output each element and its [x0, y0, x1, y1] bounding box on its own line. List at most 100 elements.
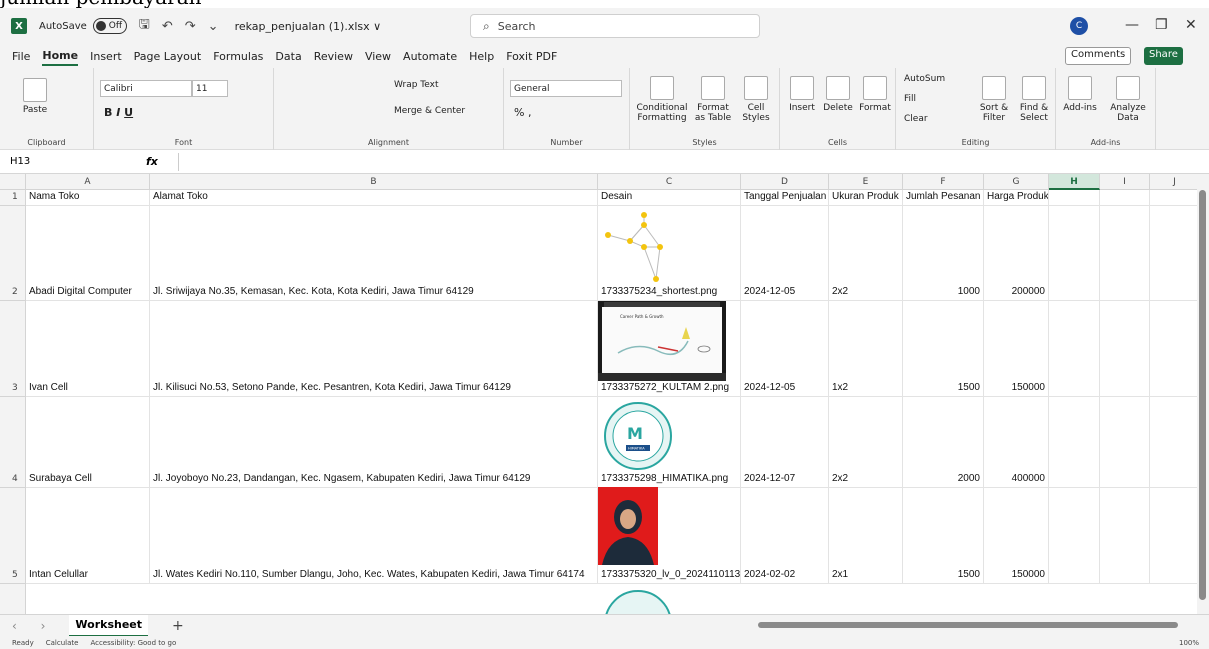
delete-cells-button[interactable]: Delete — [822, 76, 854, 113]
vertical-scrollbar[interactable] — [1197, 174, 1209, 614]
cell-h4[interactable] — [1049, 397, 1100, 488]
cell-e2[interactable]: 2x2 — [829, 206, 903, 301]
cell-e3[interactable]: 1x2 — [829, 301, 903, 397]
cell-h5[interactable] — [1049, 488, 1100, 584]
cell-d3[interactable]: 2024-12-05 — [741, 301, 829, 397]
cell-g3[interactable]: 150000 — [984, 301, 1049, 397]
wrap-text-button[interactable]: Wrap Text — [394, 80, 439, 90]
cell-g2[interactable]: 200000 — [984, 206, 1049, 301]
row-header-4[interactable]: 4 — [0, 397, 26, 488]
minimize-icon[interactable]: — — [1125, 17, 1139, 33]
cell-e4[interactable]: 2x2 — [829, 397, 903, 488]
save-icon[interactable]: 🖫 — [139, 15, 150, 37]
cell-c1[interactable]: Desain — [598, 190, 741, 206]
cell-b3[interactable]: Jl. Kilisuci No.53, Setono Pande, Kec. P… — [150, 301, 598, 397]
comments-button[interactable]: Comments — [1065, 47, 1132, 65]
undo-icon[interactable]: ↶ — [162, 19, 173, 34]
cell-g4[interactable]: 400000 — [984, 397, 1049, 488]
cell-d4[interactable]: 2024-12-07 — [741, 397, 829, 488]
cell-g5[interactable]: 150000 — [984, 488, 1049, 584]
cell-i1[interactable] — [1100, 190, 1150, 206]
menu-page-layout[interactable]: Page Layout — [134, 48, 202, 65]
paste-button[interactable]: Paste — [20, 78, 50, 115]
cell-a4[interactable]: Surabaya Cell — [26, 397, 150, 488]
person-photo-image[interactable] — [598, 487, 658, 565]
cell-b2[interactable]: Jl. Sriwijaya No.35, Kemasan, Kec. Kota,… — [150, 206, 598, 301]
autosum-button[interactable]: AutoSum — [904, 74, 945, 84]
cell-styles-button[interactable]: Cell Styles — [738, 76, 774, 123]
close-icon[interactable]: ✕ — [1185, 17, 1197, 33]
formula-input[interactable] — [178, 153, 1188, 171]
share-button[interactable]: Share — [1144, 47, 1183, 65]
name-box[interactable]: H13 — [10, 153, 106, 171]
cell-a5[interactable]: Intan Celullar — [26, 488, 150, 584]
accessibility-status[interactable]: Accessibility: Good to go — [90, 639, 176, 647]
customize-qat-icon[interactable]: ⌄ — [208, 19, 219, 34]
search-input[interactable]: ⌕ Search — [470, 14, 760, 38]
column-header-f[interactable]: F — [903, 174, 984, 190]
cell-j2[interactable] — [1150, 206, 1197, 301]
column-header-h[interactable]: H — [1049, 174, 1100, 190]
column-header-e[interactable]: E — [829, 174, 903, 190]
cell-a1[interactable]: Nama Toko — [26, 190, 150, 206]
clear-button[interactable]: Clear — [904, 114, 928, 124]
graph-diagram-image[interactable] — [600, 207, 680, 287]
column-header-a[interactable]: A — [26, 174, 150, 190]
cell-h3[interactable] — [1049, 301, 1100, 397]
sort-filter-button[interactable]: Sort & Filter — [976, 76, 1012, 123]
cell-j1[interactable] — [1150, 190, 1197, 206]
sheet-nav-arrows-icon[interactable]: ‹ › — [12, 619, 55, 633]
restore-icon[interactable]: ❐ — [1155, 17, 1168, 33]
redo-icon[interactable]: ↷ — [185, 19, 196, 34]
cell-f4[interactable]: 2000 — [903, 397, 984, 488]
cell-b5[interactable]: Jl. Wates Kediri No.110, Sumber Dlangu, … — [150, 488, 598, 584]
cell-b1[interactable]: Alamat Toko — [150, 190, 598, 206]
cell-i3[interactable] — [1100, 301, 1150, 397]
avatar[interactable]: C — [1070, 17, 1088, 35]
addins-button[interactable]: Add-ins — [1062, 76, 1098, 113]
kultam-presentation-image[interactable]: Career Path & Growth — [598, 301, 726, 381]
status-calculate[interactable]: Calculate — [46, 639, 79, 647]
fx-icon[interactable]: fx — [146, 155, 158, 168]
cell-h1[interactable] — [1049, 190, 1100, 206]
row-header-3[interactable]: 3 — [0, 301, 26, 397]
cell-a3[interactable]: Ivan Cell — [26, 301, 150, 397]
cell-i2[interactable] — [1100, 206, 1150, 301]
menu-data[interactable]: Data — [275, 48, 301, 65]
himatika-logo-partial-image[interactable] — [600, 588, 678, 614]
himatika-logo-image[interactable]: M HIMATIKA — [600, 401, 678, 471]
cell-f5[interactable]: 1500 — [903, 488, 984, 584]
cell-j3[interactable] — [1150, 301, 1197, 397]
format-cells-button[interactable]: Format — [858, 76, 892, 113]
cell-j4[interactable] — [1150, 397, 1197, 488]
cell-f2[interactable]: 1000 — [903, 206, 984, 301]
cell-j5[interactable] — [1150, 488, 1197, 584]
cell-d2[interactable]: 2024-12-05 — [741, 206, 829, 301]
column-header-d[interactable]: D — [741, 174, 829, 190]
cell-d1[interactable]: Tanggal Penjualan — [741, 190, 829, 206]
cell-i4[interactable] — [1100, 397, 1150, 488]
menu-review[interactable]: Review — [314, 48, 353, 65]
format-as-table-button[interactable]: Format as Table — [692, 76, 734, 123]
menu-help[interactable]: Help — [469, 48, 494, 65]
bold-icon[interactable]: B I U — [104, 106, 133, 119]
cell-b4[interactable]: Jl. Joyoboyo No.23, Dandangan, Kec. Ngas… — [150, 397, 598, 488]
menu-insert[interactable]: Insert — [90, 48, 122, 65]
horizontal-scrollbar[interactable] — [748, 621, 1188, 629]
fill-button[interactable]: Fill — [904, 94, 916, 104]
cell-i5[interactable] — [1100, 488, 1150, 584]
find-select-button[interactable]: Find & Select — [1016, 76, 1052, 123]
cell-h2[interactable] — [1049, 206, 1100, 301]
vertical-scroll-thumb[interactable] — [1199, 190, 1206, 600]
percent-icon[interactable]: % , — [514, 106, 531, 119]
cell-e5[interactable]: 2x1 — [829, 488, 903, 584]
horizontal-scroll-thumb[interactable] — [758, 622, 1178, 628]
file-name[interactable]: rekap_penjualan (1).xlsx ∨ — [235, 20, 382, 33]
cell-f1[interactable]: Jumlah Pesanan — [903, 190, 984, 206]
cell-g1[interactable]: Harga Produk — [984, 190, 1049, 206]
analyze-data-button[interactable]: Analyze Data — [1106, 76, 1150, 123]
menu-home[interactable]: Home — [42, 47, 79, 66]
add-sheet-button[interactable]: + — [172, 618, 184, 634]
font-name-select[interactable]: Calibri — [100, 80, 192, 97]
column-header-i[interactable]: I — [1100, 174, 1150, 190]
